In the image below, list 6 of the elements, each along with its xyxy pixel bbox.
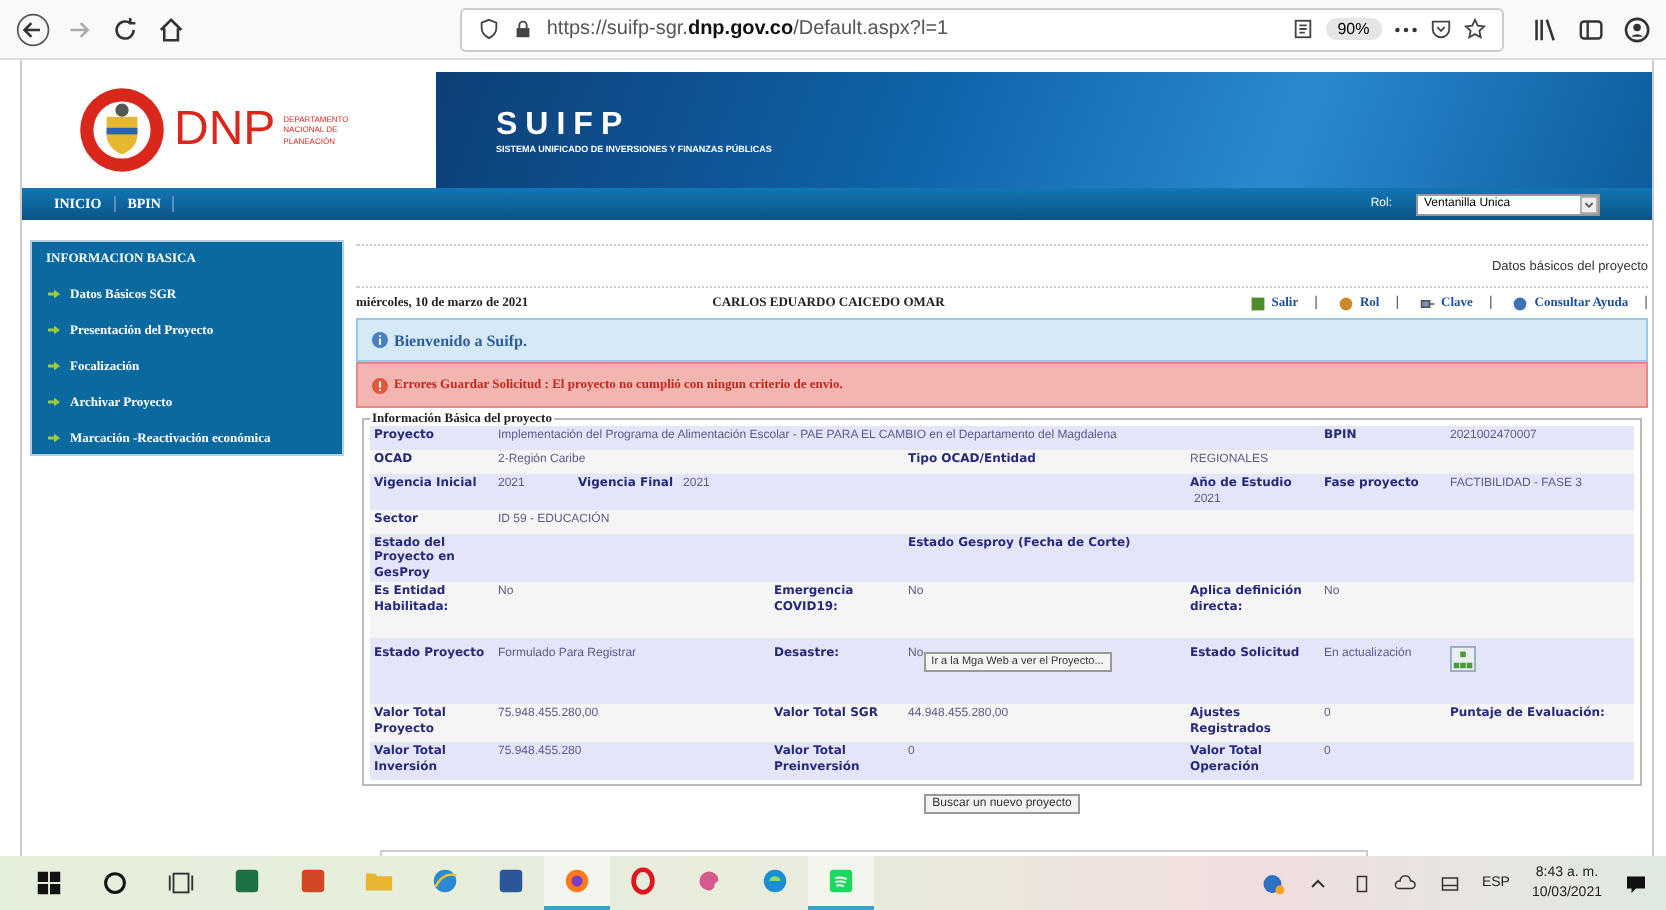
logo-text: DNP	[174, 102, 276, 158]
info-text: Bienvenido a Suifp.	[394, 331, 527, 349]
app-title: SUIFP	[496, 107, 633, 143]
address-bar[interactable]: https://suifp-sgr.dnp.gov.co/Default.aspx?l=1 90%	[460, 7, 1504, 51]
zoom-level[interactable]: 90%	[1325, 18, 1382, 40]
url-text: https://suifp-sgr.dnp.gov.co/Default.aspx?l=1	[546, 18, 949, 40]
